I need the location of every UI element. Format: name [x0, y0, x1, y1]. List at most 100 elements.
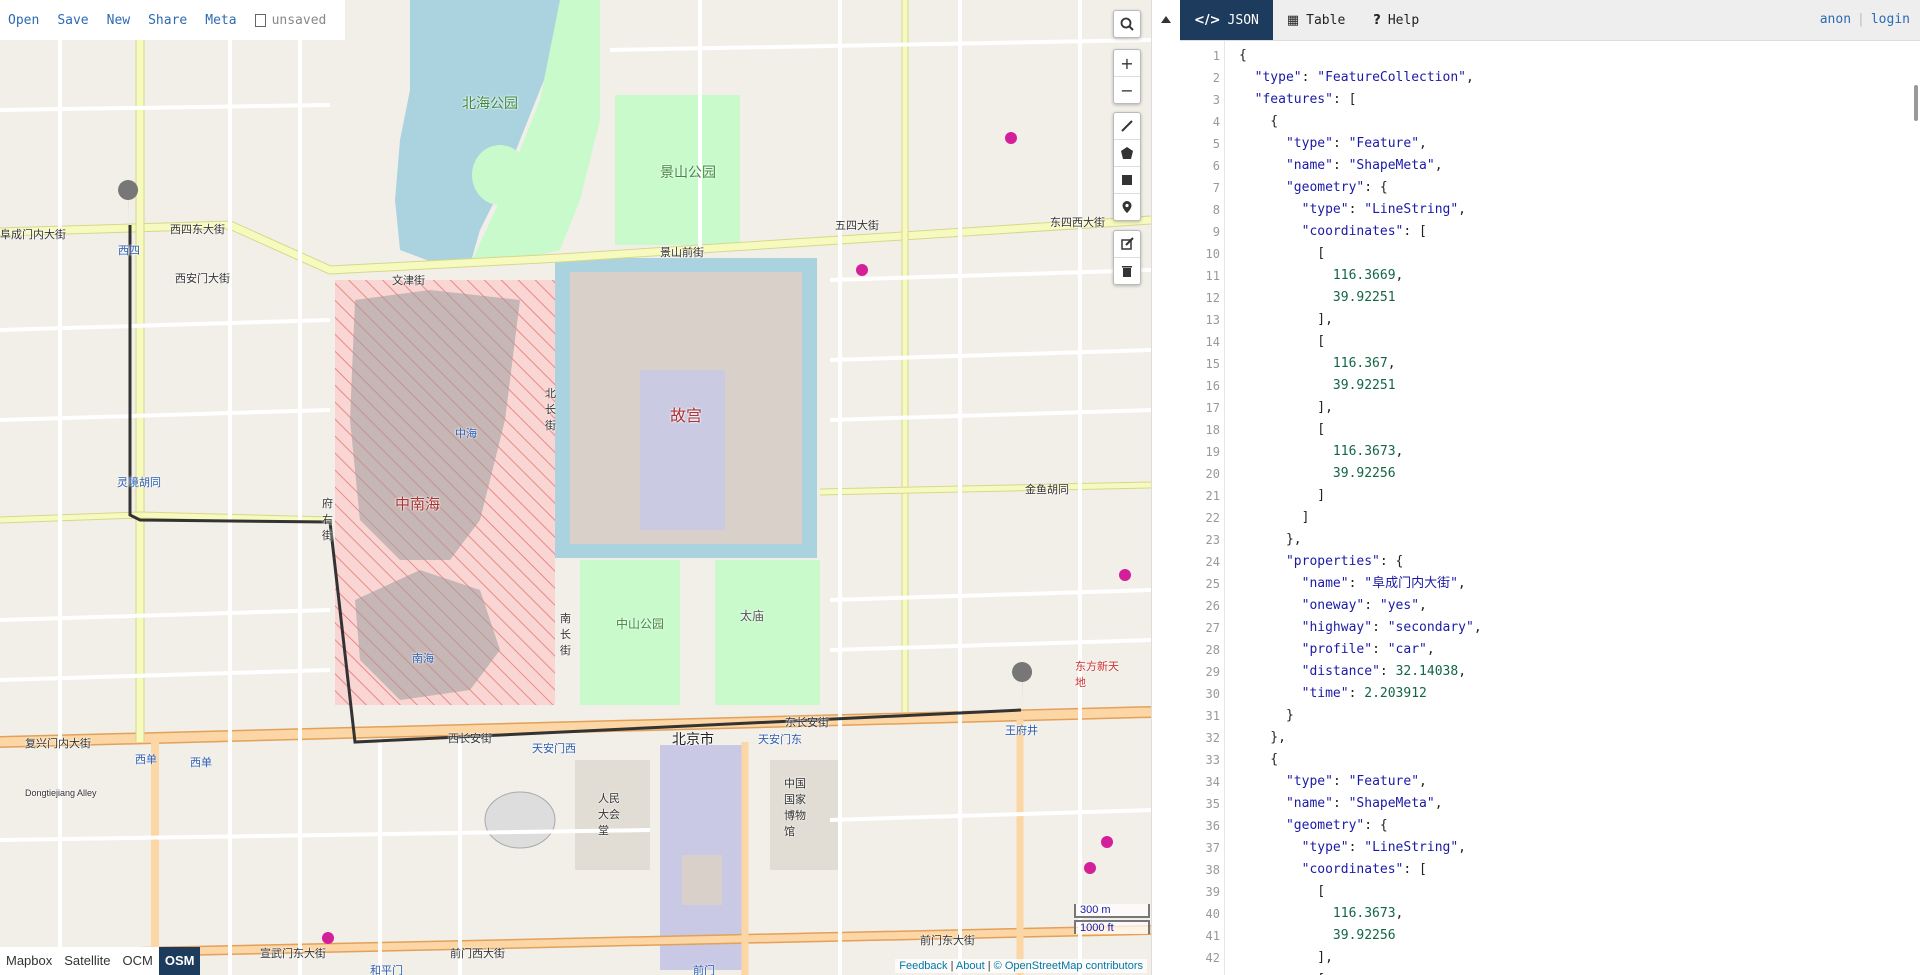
code-line[interactable]: ],: [1239, 309, 1482, 331]
line-number: 23: [1205, 533, 1220, 547]
scale-bar: 300 m 1000 ft: [1074, 904, 1150, 936]
save-button[interactable]: Save: [57, 13, 88, 28]
code-line[interactable]: "features": [: [1239, 89, 1482, 111]
code-line[interactable]: [: [1239, 881, 1482, 903]
new-button[interactable]: New: [107, 13, 130, 28]
code-line[interactable]: 39.92251: [1239, 287, 1482, 309]
zoom-in-button[interactable]: +: [1114, 50, 1140, 77]
code-line[interactable]: 116.3669,: [1239, 265, 1482, 287]
line-number: 37: [1205, 841, 1220, 855]
code-line[interactable]: {: [1239, 749, 1482, 771]
editor-tabs: </> JSON ▦ Table ? Help anon | login: [1180, 0, 1920, 41]
draw-line-icon[interactable]: [1114, 113, 1140, 140]
search-icon[interactable]: [1114, 11, 1140, 37]
code-line[interactable]: {: [1239, 45, 1482, 67]
collapse-arrow-icon[interactable]: [1161, 16, 1171, 23]
code-line[interactable]: "type": "Feature",: [1239, 133, 1482, 155]
code-line[interactable]: [: [1239, 243, 1482, 265]
code-line[interactable]: "coordinates": [: [1239, 221, 1482, 243]
tab-help[interactable]: ? Help: [1359, 0, 1433, 40]
map-label-zhonghai: 中海: [455, 428, 477, 440]
code-line[interactable]: "name": "阜成门内大街",: [1239, 573, 1482, 595]
zoom-out-button[interactable]: −: [1114, 77, 1140, 103]
code-line[interactable]: [: [1239, 969, 1482, 975]
code-lines[interactable]: { "type": "FeatureCollection", "features…: [1239, 45, 1482, 975]
code-line[interactable]: "type": "Feature",: [1239, 771, 1482, 793]
code-line[interactable]: "type": "LineString",: [1239, 199, 1482, 221]
map-canvas[interactable]: 北海公园 景山公园 故宫 中南海 中海 南海 中山公园 太庙 北京市 天安门西 …: [0, 0, 1151, 975]
login-link[interactable]: login: [1871, 12, 1910, 27]
line-number: 13: [1205, 313, 1220, 327]
tab-json-label: JSON: [1227, 12, 1259, 28]
code-line[interactable]: 116.3673,: [1239, 903, 1482, 925]
map-label-tiananmen-west: 天安门西: [532, 743, 576, 755]
draw-marker-icon[interactable]: [1114, 194, 1140, 220]
line-number: 30: [1205, 687, 1220, 701]
code-line[interactable]: 39.92256: [1239, 463, 1482, 485]
line-number: 2: [1212, 71, 1220, 85]
draw-polygon-icon[interactable]: [1114, 140, 1140, 167]
code-line[interactable]: ]: [1239, 507, 1482, 529]
code-line[interactable]: ],: [1239, 947, 1482, 969]
delete-layers-icon[interactable]: [1114, 258, 1140, 284]
code-line[interactable]: ]: [1239, 485, 1482, 507]
feedback-link[interactable]: Feedback: [899, 960, 947, 972]
line-number: 4: [1212, 115, 1220, 129]
code-line[interactable]: "time": 2.203912: [1239, 683, 1482, 705]
code-line[interactable]: "properties": {: [1239, 551, 1482, 573]
editor-scrollbar[interactable]: [1914, 85, 1918, 121]
share-button[interactable]: Share: [148, 13, 187, 28]
code-line[interactable]: "geometry": {: [1239, 177, 1482, 199]
code-line[interactable]: "type": "LineString",: [1239, 837, 1482, 859]
code-line[interactable]: ],: [1239, 397, 1482, 419]
map-label-xisidong: 西四东大街: [170, 224, 225, 236]
map-label-xisi: 西四: [118, 245, 140, 257]
line-number: 17: [1205, 401, 1220, 415]
code-line[interactable]: }: [1239, 705, 1482, 727]
about-link[interactable]: About: [956, 960, 985, 972]
anon-link[interactable]: anon: [1820, 12, 1851, 27]
code-line[interactable]: 39.92251: [1239, 375, 1482, 397]
code-line[interactable]: },: [1239, 529, 1482, 551]
code-line[interactable]: "type": "FeatureCollection",: [1239, 67, 1482, 89]
code-line[interactable]: 39.92256: [1239, 925, 1482, 947]
map-label-xidan: 西单: [135, 754, 157, 766]
line-number: 22: [1205, 511, 1220, 525]
pane-splitter[interactable]: [1151, 0, 1180, 975]
code-line[interactable]: "coordinates": [: [1239, 859, 1482, 881]
line-number: 28: [1205, 643, 1220, 657]
edit-layers-icon[interactable]: [1114, 231, 1140, 258]
code-line[interactable]: },: [1239, 727, 1482, 749]
line-number: 8: [1212, 203, 1220, 217]
code-line[interactable]: "oneway": "yes",: [1239, 595, 1482, 617]
code-line[interactable]: "distance": 32.14038,: [1239, 661, 1482, 683]
osm-attribution-link[interactable]: © OpenStreetMap contributors: [994, 960, 1143, 972]
line-number: 16: [1205, 379, 1220, 393]
layer-ocm[interactable]: OCM: [117, 947, 159, 975]
code-line[interactable]: 116.3673,: [1239, 441, 1482, 463]
meta-button[interactable]: Meta: [205, 13, 236, 28]
map-label-xianmen: 西安门大街: [175, 273, 230, 285]
tab-json[interactable]: </> JSON: [1180, 0, 1273, 40]
open-button[interactable]: Open: [8, 13, 39, 28]
code-line[interactable]: [: [1239, 331, 1482, 353]
layer-satellite[interactable]: Satellite: [58, 947, 116, 975]
code-line[interactable]: 116.367,: [1239, 353, 1482, 375]
layer-mapbox[interactable]: Mapbox: [0, 947, 58, 975]
code-line[interactable]: "highway": "secondary",: [1239, 617, 1482, 639]
code-line[interactable]: "name": "ShapeMeta",: [1239, 793, 1482, 815]
code-line[interactable]: [: [1239, 419, 1482, 441]
map-label-nanchang: 南长街: [560, 613, 571, 657]
map-label-tiananmen-east: 天安门东: [758, 734, 802, 746]
line-number: 33: [1205, 753, 1220, 767]
code-line[interactable]: "name": "ShapeMeta",: [1239, 155, 1482, 177]
map-label-museum: 中国国家博物馆: [784, 778, 806, 838]
draw-rectangle-icon[interactable]: [1114, 167, 1140, 194]
json-editor[interactable]: 1 2 3 4 5 6 7 8 9 10 11 12 13 14 15 16 17 18 19 20 21 22 23 24 2…: [1180, 41, 1920, 975]
code-line[interactable]: {: [1239, 111, 1482, 133]
layer-osm[interactable]: OSM: [158, 947, 201, 975]
map-label-lingjing: 灵境胡同: [117, 477, 161, 489]
tab-table[interactable]: ▦ Table: [1273, 0, 1359, 40]
code-line[interactable]: "profile": "car",: [1239, 639, 1482, 661]
code-line[interactable]: "geometry": {: [1239, 815, 1482, 837]
